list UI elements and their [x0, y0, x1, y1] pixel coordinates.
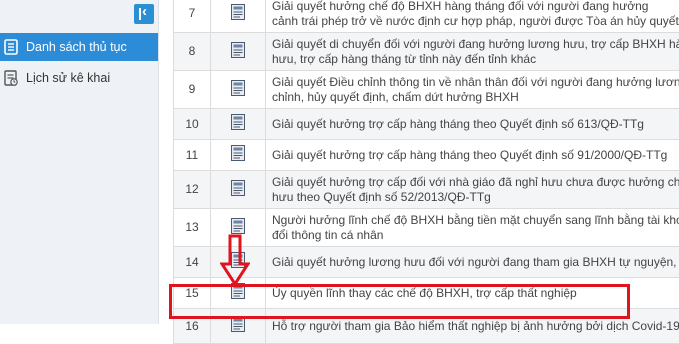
- row-number: 12: [174, 171, 211, 209]
- procedure-name-line: Giải quyết hưởng trợ cấp đối với nhà giá…: [272, 175, 679, 190]
- procedure-name[interactable]: Giải quyết hưởng trợ cấp đối với nhà giá…: [266, 171, 679, 209]
- collapse-left-icon: [139, 8, 141, 20]
- row-number: 11: [174, 140, 211, 171]
- history-icon: [4, 70, 18, 86]
- row-number: 7: [174, 0, 211, 33]
- procedure-name-line: Giải quyết hưởng lương hưu đối với người…: [272, 255, 679, 270]
- procedure-name[interactable]: Giải quyết di chuyển đối với người đang …: [266, 33, 679, 71]
- procedure-name-line: Giải quyết hưởng trợ cấp hàng tháng theo…: [272, 117, 679, 132]
- procedure-name[interactable]: Giải quyết hưởng trợ cấp hàng tháng theo…: [266, 140, 679, 171]
- procedure-name-line: Giải quyết hưởng trợ cấp hàng tháng theo…: [272, 148, 679, 163]
- row-number: 13: [174, 209, 211, 247]
- document-icon[interactable]: [230, 316, 246, 336]
- sidebar: ‹ Danh sách thủ tục Lịch sử kê khai: [0, 0, 159, 324]
- sidebar-item-label: Lịch sử kê khai: [26, 71, 110, 85]
- row-number: 14: [174, 247, 211, 278]
- procedure-table: 7 Giải quyết hưởng chế độ BHXH hàng tháng…: [173, 0, 679, 344]
- procedure-name-line: hưu, trợ cấp hàng tháng từ tỉnh này đến …: [272, 52, 679, 67]
- sidebar-item-declaration-history[interactable]: Lịch sử kê khai: [0, 64, 158, 92]
- procedure-name[interactable]: Hỗ trợ người tham gia Bảo hiểm thất nghi…: [266, 309, 679, 344]
- procedure-name[interactable]: Giải quyết hưởng chế độ BHXH hàng tháng …: [266, 0, 679, 33]
- procedure-name-line: Giải quyết hưởng chế độ BHXH hàng tháng …: [272, 0, 679, 14]
- procedure-name[interactable]: Giải quyết Điều chỉnh thông tin về nhân …: [266, 71, 679, 109]
- table-row[interactable]: 16 Hỗ trợ người tham gia Bảo hiểm thất ng…: [174, 309, 679, 344]
- document-icon[interactable]: [230, 283, 246, 303]
- document-icon[interactable]: [230, 145, 246, 165]
- procedure-name-line: Ủy quyền lĩnh thay các chế độ BHXH, trợ …: [272, 286, 679, 301]
- document-icon[interactable]: [230, 4, 246, 24]
- procedure-name-line: Hỗ trợ người tham gia Bảo hiểm thất nghi…: [272, 319, 679, 334]
- procedure-name-line: hưu theo Quyết định số 52/2013/QĐ-TTg: [272, 190, 679, 205]
- row-number: 8: [174, 33, 211, 71]
- procedure-name-line: Giải quyết Điều chỉnh thông tin về nhân …: [272, 75, 679, 90]
- table-row[interactable]: 11 Giải quyết hưởng trợ cấp hàng tháng th…: [174, 140, 679, 171]
- sidebar-item-procedure-list[interactable]: Danh sách thủ tục: [0, 33, 158, 61]
- row-number: 10: [174, 109, 211, 140]
- document-icon[interactable]: [230, 252, 246, 272]
- document-icon[interactable]: [230, 218, 246, 238]
- table-row[interactable]: 9 Giải quyết Điều chỉnh thông tin về nhân…: [174, 71, 679, 109]
- procedure-name-line: chỉnh, hủy quyết định, chấm dứt hưởng BH…: [272, 90, 679, 105]
- row-number: 9: [174, 71, 211, 109]
- collapse-sidebar-button[interactable]: ‹: [134, 4, 154, 24]
- table-row[interactable]: 15 Ủy quyền lĩnh thay các chế độ BHXH, tr…: [174, 278, 679, 309]
- table-row[interactable]: 14 Giải quyết hưởng lương hưu đối với ngư…: [174, 247, 679, 278]
- sidebar-item-label: Danh sách thủ tục: [26, 40, 127, 54]
- list-icon: [4, 39, 18, 55]
- document-icon[interactable]: [230, 114, 246, 134]
- document-icon[interactable]: [230, 42, 246, 62]
- procedure-name-line: đổi thông tin cá nhân: [272, 228, 679, 243]
- table-row[interactable]: 12 Giải quyết hưởng trợ cấp đối với nhà g…: [174, 171, 679, 209]
- procedure-name-line: cảnh trái phép trở về nước định cư hợp p…: [272, 14, 679, 29]
- table-row[interactable]: 8 Giải quyết di chuyển đối với người đang…: [174, 33, 679, 71]
- table-row[interactable]: 7 Giải quyết hưởng chế độ BHXH hàng tháng…: [174, 0, 679, 33]
- procedure-name[interactable]: Giải quyết hưởng trợ cấp hàng tháng theo…: [266, 109, 679, 140]
- document-icon[interactable]: [230, 180, 246, 200]
- procedure-name-line: Người hưởng lĩnh chế độ BHXH bằng tiền m…: [272, 213, 679, 228]
- procedure-name[interactable]: Ủy quyền lĩnh thay các chế độ BHXH, trợ …: [266, 278, 679, 309]
- procedure-name[interactable]: Giải quyết hưởng lương hưu đối với người…: [266, 247, 679, 278]
- row-number: 15: [174, 278, 211, 309]
- procedure-name-line: Giải quyết di chuyển đối với người đang …: [272, 37, 679, 52]
- row-number: 16: [174, 309, 211, 344]
- document-icon[interactable]: [230, 80, 246, 100]
- table-row[interactable]: 13 Người hưởng lĩnh chế độ BHXH bằng tiền…: [174, 209, 679, 247]
- table-row[interactable]: 10 Giải quyết hưởng trợ cấp hàng tháng th…: [174, 109, 679, 140]
- procedure-name[interactable]: Người hưởng lĩnh chế độ BHXH bằng tiền m…: [266, 209, 679, 247]
